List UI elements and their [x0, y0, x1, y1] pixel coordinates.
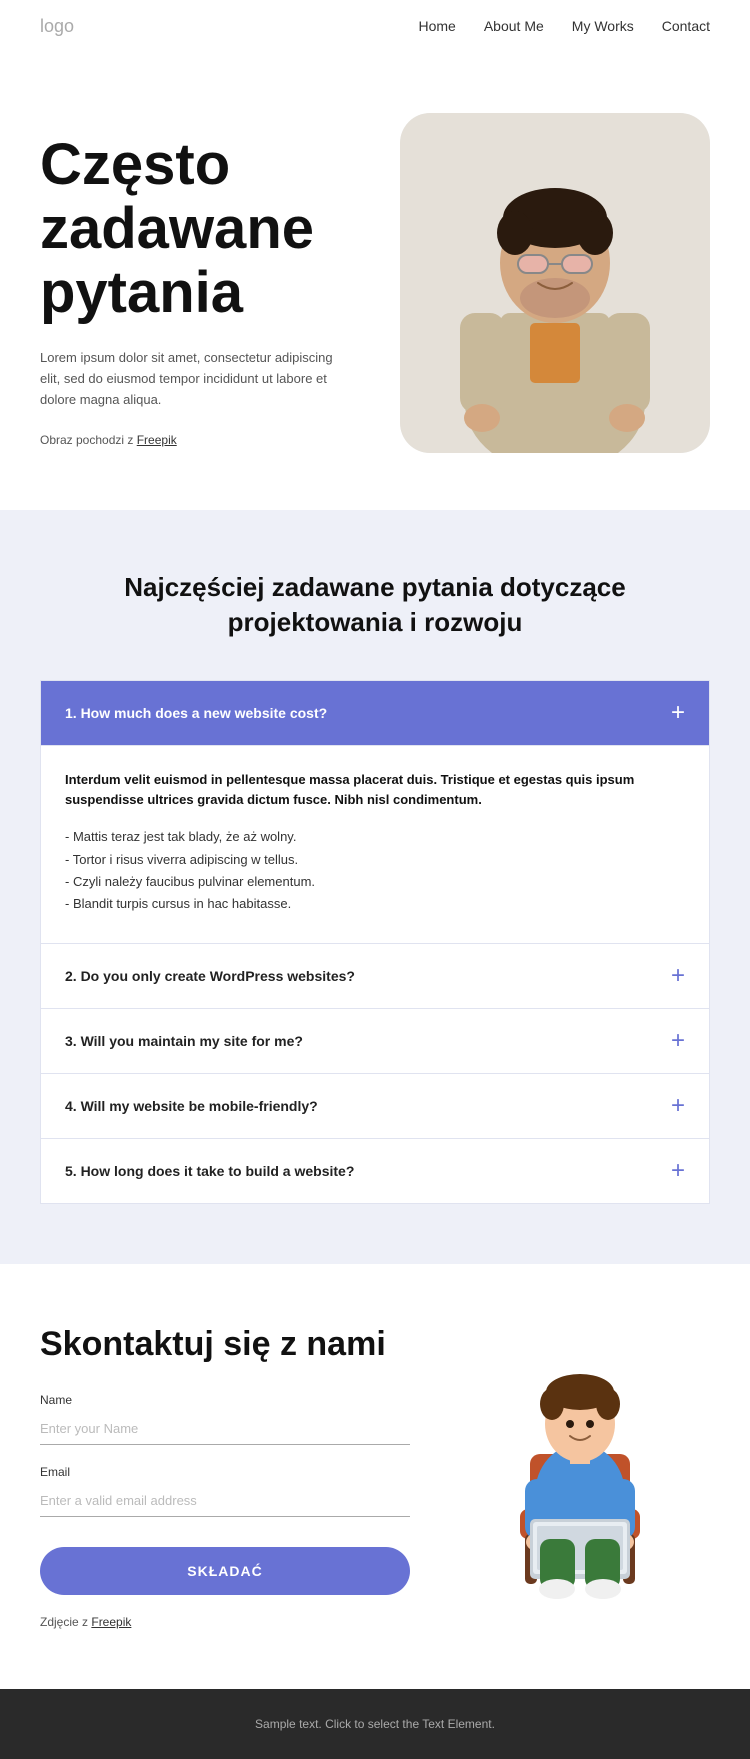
contact-section: Skontaktuj się z nami Name Email SKŁADAĆ…	[0, 1264, 750, 1689]
faq-plus-icon-1: +	[671, 701, 685, 725]
list-item: Mattis teraz jest tak blady, że aż wolny…	[65, 826, 685, 848]
faq-question-4[interactable]: 4. Will my website be mobile-friendly? +	[41, 1074, 709, 1138]
logo: logo	[40, 16, 74, 37]
email-form-group: Email	[40, 1465, 410, 1517]
faq-answer-list-1: Mattis teraz jest tak blady, że aż wolny…	[65, 826, 685, 914]
nav-link-contact[interactable]: Contact	[662, 18, 710, 34]
faq-section: Najczęściej zadawane pytania dotyczące p…	[0, 510, 750, 1264]
contact-credit-text: Zdjęcie z	[40, 1615, 91, 1629]
faq-question-text-1: 1. How much does a new website cost?	[65, 705, 327, 721]
contact-credit-link[interactable]: Freepik	[91, 1615, 131, 1629]
hero-title: Często zadawane pytania	[40, 133, 370, 324]
nav-link-home[interactable]: Home	[418, 18, 455, 34]
nav-link-works[interactable]: My Works	[572, 18, 634, 34]
faq-question-2[interactable]: 2. Do you only create WordPress websites…	[41, 944, 709, 1008]
faq-question-text-4: 4. Will my website be mobile-friendly?	[65, 1098, 318, 1114]
faq-plus-icon-2: +	[671, 964, 685, 988]
email-input[interactable]	[40, 1485, 410, 1517]
hero-text: Często zadawane pytania Lorem ipsum dolo…	[40, 113, 370, 470]
faq-plus-icon-3: +	[671, 1029, 685, 1053]
faq-item-3: 3. Will you maintain my site for me? +	[40, 1008, 710, 1073]
faq-question-3[interactable]: 3. Will you maintain my site for me? +	[41, 1009, 709, 1073]
faq-question-5[interactable]: 5. How long does it take to build a webs…	[41, 1139, 709, 1203]
list-item: Tortor i risus viverra adipiscing w tell…	[65, 849, 685, 871]
list-item: Czyli należy faucibus pulvinar elementum…	[65, 871, 685, 893]
submit-button[interactable]: SKŁADAĆ	[40, 1547, 410, 1595]
faq-item-5: 5. How long does it take to build a webs…	[40, 1138, 710, 1204]
hero-description: Lorem ipsum dolor sit amet, consectetur …	[40, 348, 340, 410]
faq-answer-1: Interdum velit euismod in pellentesque m…	[41, 745, 709, 943]
name-input[interactable]	[40, 1413, 410, 1445]
nav-link-about[interactable]: About Me	[484, 18, 544, 34]
faq-heading: Najczęściej zadawane pytania dotyczące p…	[85, 570, 665, 640]
faq-plus-icon-4: +	[671, 1094, 685, 1118]
faq-question-text-5: 5. How long does it take to build a webs…	[65, 1163, 354, 1179]
nav-item-contact[interactable]: Contact	[662, 18, 710, 36]
nav-links: Home About Me My Works Contact	[418, 18, 710, 36]
faq-plus-icon-5: +	[671, 1159, 685, 1183]
faq-item-2: 2. Do you only create WordPress websites…	[40, 943, 710, 1008]
image-credit-text: Obraz pochodzi z	[40, 433, 137, 447]
contact-credit: Zdjęcie z Freepik	[40, 1615, 410, 1629]
image-credit-link[interactable]: Freepik	[137, 433, 177, 447]
navbar: logo Home About Me My Works Contact	[0, 0, 750, 53]
nav-item-about[interactable]: About Me	[484, 18, 544, 36]
nav-item-home[interactable]: Home	[418, 18, 455, 36]
contact-illustration	[450, 1324, 710, 1604]
faq-answer-bold-1: Interdum velit euismod in pellentesque m…	[65, 770, 685, 810]
hero-person-illustration	[400, 113, 710, 453]
name-form-group: Name	[40, 1393, 410, 1445]
faq-question-text-3: 3. Will you maintain my site for me?	[65, 1033, 303, 1049]
image-credit: Obraz pochodzi z Freepik	[40, 431, 340, 450]
contact-form-area: Skontaktuj się z nami Name Email SKŁADAĆ…	[40, 1324, 410, 1629]
footer: Sample text. Click to select the Text El…	[0, 1689, 750, 1759]
faq-item-1: 1. How much does a new website cost? + I…	[40, 680, 710, 943]
list-item: Blandit turpis cursus in hac habitasse.	[65, 893, 685, 915]
faq-question-text-2: 2. Do you only create WordPress websites…	[65, 968, 355, 984]
hero-image	[400, 113, 710, 453]
faq-question-1[interactable]: 1. How much does a new website cost? +	[41, 681, 709, 745]
contact-person-svg	[470, 1324, 690, 1604]
faq-list: 1. How much does a new website cost? + I…	[40, 680, 710, 1204]
email-label: Email	[40, 1465, 410, 1479]
hero-section: Często zadawane pytania Lorem ipsum dolo…	[0, 53, 750, 510]
nav-item-works[interactable]: My Works	[572, 18, 634, 36]
footer-text: Sample text. Click to select the Text El…	[40, 1717, 710, 1731]
name-label: Name	[40, 1393, 410, 1407]
contact-heading: Skontaktuj się z nami	[40, 1324, 410, 1365]
faq-item-4: 4. Will my website be mobile-friendly? +	[40, 1073, 710, 1138]
